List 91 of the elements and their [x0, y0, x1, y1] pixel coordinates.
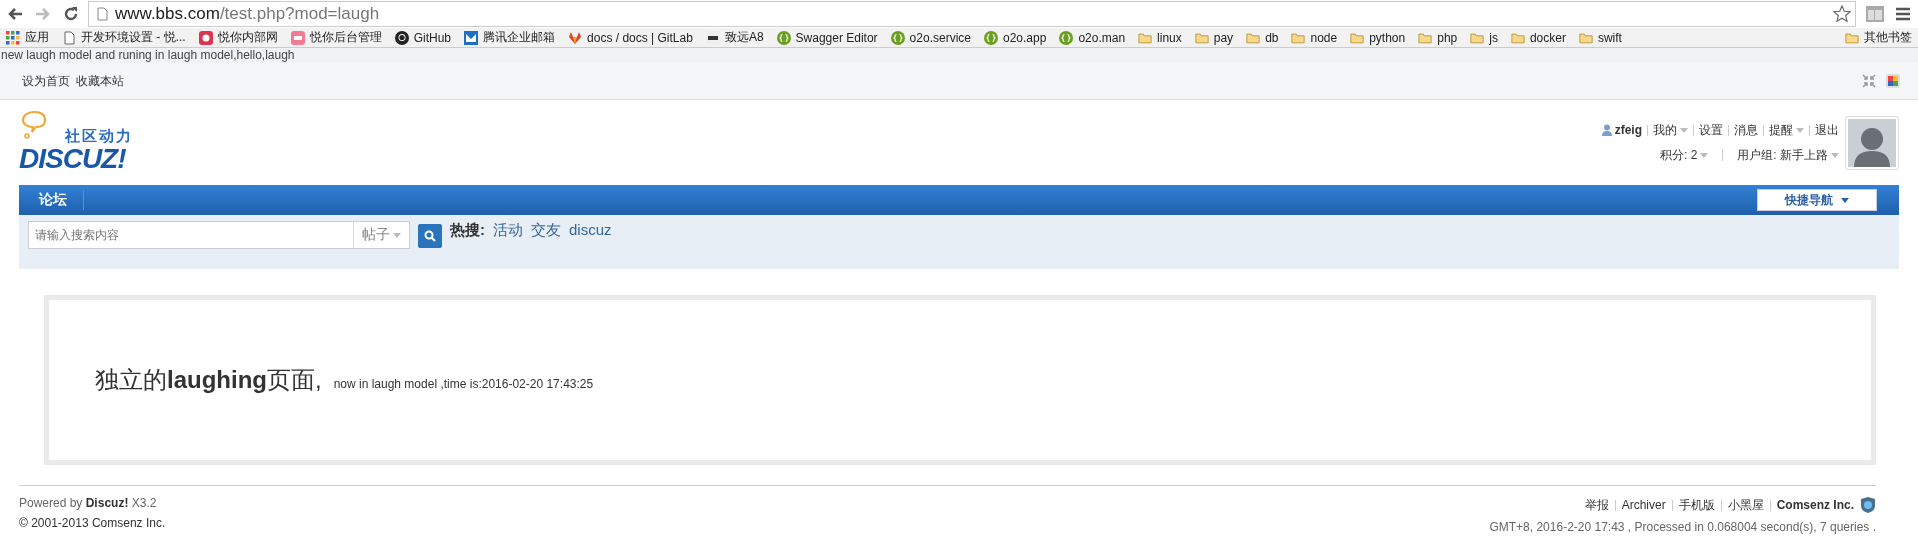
credits-link[interactable]: 积分: 2: [1660, 146, 1709, 164]
bookmark[interactable]: 致远A8: [705, 29, 764, 46]
footer-link[interactable]: 小黑屋: [1727, 496, 1764, 514]
user-icon: [1601, 124, 1612, 136]
search-field[interactable]: 请输入搜索内容 帖子: [28, 221, 410, 249]
bookmark[interactable]: 腾讯企业邮箱: [464, 29, 556, 46]
bookmark[interactable]: 应用: [6, 29, 49, 46]
folder-icon: [1578, 30, 1593, 45]
caret-icon: [1796, 127, 1804, 133]
bookmark[interactable]: o2o.service: [890, 30, 971, 45]
folder-icon: [1350, 30, 1365, 45]
hot-search-link[interactable]: discuz: [569, 221, 612, 238]
color-palette-icon[interactable]: [1886, 74, 1900, 88]
bookmark[interactable]: GitHub: [394, 30, 452, 45]
user-menu-link[interactable]: 退出: [1815, 121, 1839, 139]
back-arrow-icon: [7, 7, 23, 21]
folder-icon: [1138, 30, 1153, 45]
page-icon: [95, 7, 109, 21]
model-time-text: now in laugh model ,time is:2016-02-20 17:43:25: [333, 377, 594, 391]
topbar-link[interactable]: 设为首页: [22, 72, 70, 90]
bookmark[interactable]: docker: [1510, 30, 1566, 45]
reload-icon: [63, 6, 79, 22]
username-link[interactable]: zfeig: [1601, 123, 1642, 137]
bookmark[interactable]: o2o.man: [1059, 30, 1126, 45]
bookmark[interactable]: Swagger Editor: [776, 30, 878, 45]
braces-circle-icon: [890, 30, 905, 45]
bookmark[interactable]: php: [1418, 30, 1458, 45]
star-icon[interactable]: [1833, 5, 1851, 23]
bookmark[interactable]: node: [1291, 30, 1338, 45]
address-bar[interactable]: www.bbs.com/test.php?mod=laugh: [88, 1, 1856, 27]
caret-icon: [393, 232, 401, 238]
folder-icon: [1470, 30, 1485, 45]
bookmark[interactable]: o2o.app: [984, 30, 1047, 45]
app-icon: [198, 30, 213, 45]
app-icon: [290, 30, 305, 45]
user-menu-link[interactable]: 设置: [1699, 121, 1723, 139]
search-button[interactable]: [418, 224, 442, 248]
footer-link[interactable]: Archiver: [1621, 498, 1666, 512]
bookmark[interactable]: linux: [1138, 30, 1182, 45]
topbar-link[interactable]: 收藏本站: [76, 72, 124, 90]
bookmark[interactable]: 悦你后台管理: [290, 29, 382, 46]
hot-search-link[interactable]: 活动: [493, 221, 523, 240]
folder-icon: [1845, 30, 1859, 45]
server-status-text: GMT+8, 2016-2-20 17:43 , Processed in 0.068004 second(s), 7 queries .: [1489, 520, 1876, 534]
nav-tab[interactable]: 论坛: [33, 190, 84, 210]
user-group-link[interactable]: 用户组: 新手上路: [1737, 146, 1839, 164]
caret-icon: [1700, 152, 1709, 158]
search-icon: [424, 230, 436, 242]
caret-icon: [1680, 127, 1688, 133]
bookmark[interactable]: pay: [1194, 30, 1234, 45]
fox-icon: [568, 30, 583, 45]
bookmark[interactable]: docs / docs | GitLab: [568, 30, 693, 45]
braces-circle-icon: [984, 30, 998, 45]
page-icon: [62, 30, 76, 45]
folder-icon: [1246, 30, 1261, 45]
menu-icon[interactable]: [1896, 7, 1910, 21]
caret-icon: [1831, 152, 1839, 158]
folder-icon: [1418, 30, 1433, 45]
quick-nav-button[interactable]: 快捷导航: [1757, 189, 1877, 211]
caret-icon: [1841, 197, 1849, 203]
user-menu-link[interactable]: 提醒: [1769, 121, 1804, 139]
folder-icon: [1510, 30, 1525, 45]
mail-icon: [464, 30, 479, 45]
footer-link[interactable]: 举报: [1584, 496, 1609, 514]
bookmark[interactable]: db: [1246, 30, 1279, 45]
apps-grid-icon: [6, 30, 20, 45]
copyright-text: © 2001-2013 Comsenz Inc.: [19, 516, 166, 530]
user-menu-link[interactable]: 我的: [1653, 121, 1688, 139]
hot-search-link[interactable]: 交友: [531, 221, 561, 240]
folder-icon: [1194, 30, 1209, 45]
company-link[interactable]: Comsenz Inc.: [1776, 498, 1854, 512]
folder-icon: [1291, 30, 1306, 45]
shield-icon: [1860, 496, 1876, 514]
bookmark[interactable]: 悦你内部网: [198, 29, 278, 46]
braces-circle-icon: [1059, 30, 1074, 45]
hot-search-label: 热搜:: [450, 221, 485, 240]
discuz-logo[interactable]: 社区动力 DISCUZ!: [19, 108, 159, 177]
bookmark[interactable]: js: [1470, 30, 1498, 45]
footer-link[interactable]: 手机版: [1678, 496, 1715, 514]
powered-by-text: Powered by Discuz! X3.2: [19, 496, 158, 510]
collapse-icon[interactable]: [1862, 74, 1876, 88]
braces-circle-icon: [776, 30, 791, 45]
bookmark[interactable]: swift: [1578, 30, 1622, 45]
page-heading: 独立的laughing页面,: [95, 365, 322, 395]
bookmark[interactable]: 开发环境设置 - 悦...: [62, 29, 186, 46]
bookmark[interactable]: python: [1350, 30, 1406, 45]
user-menu-link[interactable]: 消息: [1734, 121, 1758, 139]
forward-arrow-icon: [35, 7, 51, 21]
debug-output: new laugh model and runing in laugh model,hello,laugh: [0, 48, 1918, 63]
other-bookmarks[interactable]: 其他书签: [1845, 29, 1912, 46]
avatar[interactable]: [1845, 115, 1899, 170]
